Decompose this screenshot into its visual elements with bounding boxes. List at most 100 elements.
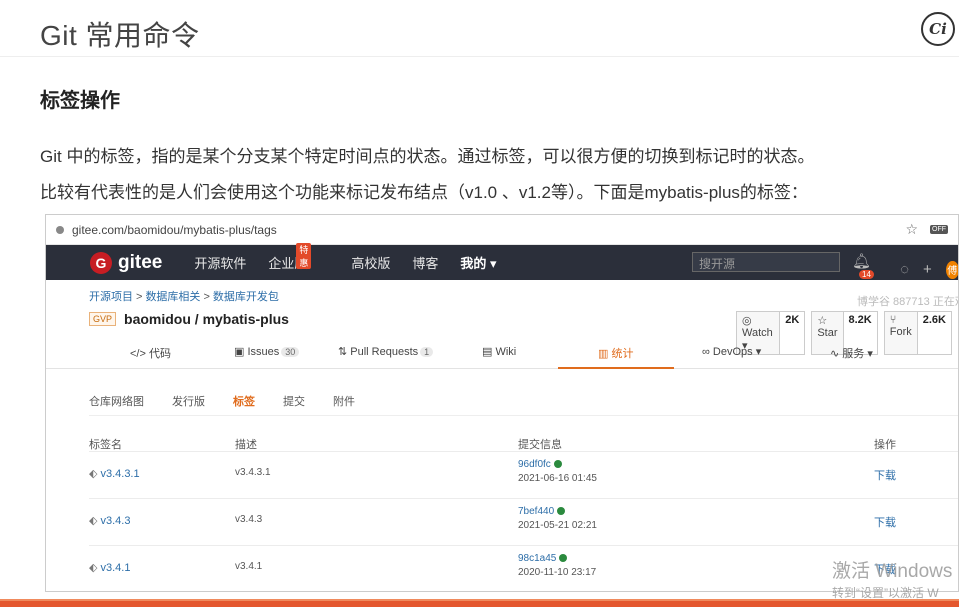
download-link[interactable]: 下载	[874, 467, 896, 483]
avatar[interactable]: 傅	[945, 260, 958, 279]
verified-icon	[559, 554, 568, 562]
menu-item-blog[interactable]: 博客	[412, 253, 438, 272]
gitee-logo[interactable]: G gitee	[90, 251, 163, 274]
tab-devops[interactable]: ∞ DevOps ▾	[702, 345, 761, 358]
breadcrumb: 开源项目 > 数据库相关 > 数据库开发包	[89, 291, 279, 303]
table-row: ⬖ v3.4.1 v3.4.1 98c1a45 2020-11-10 23:17 下…	[89, 545, 958, 591]
breadcrumb-item[interactable]: 数据库相关	[145, 291, 200, 303]
table-row: ⬖ v3.4.3 v3.4.3 7bef440 2021-05-21 02:21 下…	[89, 498, 958, 545]
subnav-network[interactable]: 仓库网络图	[89, 393, 144, 409]
gitee-navbar: G gitee 开源软件 企业版 特惠 高校版 博客 我的 ▾ 搜开源 🔔︎14 …	[46, 243, 958, 280]
nav-icons: 🔔︎14 ◌ + 傅	[852, 252, 958, 287]
repo-name[interactable]: baomidou / mybatis-plus	[124, 311, 289, 327]
slide-title: Git 常用命令	[40, 20, 200, 51]
tag-description: v3.4.3	[235, 514, 263, 525]
tab-devops-label: DevOps ▾	[712, 346, 762, 358]
wiki-icon: ▤	[482, 346, 496, 358]
tag-name: v3.4.1	[100, 562, 131, 574]
col-header-desc: 描述	[235, 439, 257, 451]
hot-badge: 特惠	[296, 243, 312, 269]
menu-item-mine[interactable]: 我的 ▾	[460, 253, 496, 272]
activation-watermark-title: 激活 Windows	[832, 561, 953, 582]
commit-hash[interactable]: 98c1a45	[518, 553, 556, 564]
paragraph-1: Git 中的标签，指的是某个分支某个特定时间点的状态。通过标签，可以很方便的切换…	[40, 147, 815, 166]
chart-icon: ▥	[598, 348, 612, 360]
commit-hash[interactable]: 7bef440	[518, 506, 554, 517]
paragraph-2: 比较有代表性的是人们会使用这个功能来标记发布结点（v1.0 、v1.2等）。下面…	[40, 183, 808, 202]
address-bar[interactable]: gitee.com/baomidou/mybatis-plus/tags ☆ O…	[46, 215, 958, 245]
table-row: ⬖ v3.4.3.1 v3.4.3.1 96df0fc 2021-06-16 01:…	[89, 451, 958, 498]
tag-icon: ⬖	[89, 515, 98, 527]
subnav-attachments[interactable]: 附件	[333, 393, 355, 409]
repo-tabs: </> 代码 ▣ Issues 30 ⇅ Pull Requests 1 ▤ Wik…	[46, 339, 958, 369]
menu-item-opensource[interactable]: 开源软件	[194, 253, 246, 272]
lightbulb-icon[interactable]: ◌	[900, 261, 909, 278]
breadcrumb-item[interactable]: 开源项目	[89, 291, 133, 303]
col-header-tag: 标签名	[89, 439, 122, 451]
commit-hash[interactable]: 96df0fc	[518, 459, 551, 470]
star-icon[interactable]: ☆	[905, 221, 918, 238]
tab-wiki[interactable]: ▤ Wiki	[482, 345, 516, 358]
tag-description: v3.4.3.1	[235, 467, 271, 478]
search-input[interactable]: 搜开源	[692, 252, 840, 272]
download-link[interactable]: 下载	[874, 514, 896, 530]
issues-count: 30	[281, 347, 300, 357]
commit-time: 2020-11-10 23:17	[518, 567, 597, 578]
tab-issues[interactable]: ▣ Issues 30	[234, 345, 300, 358]
tag-link[interactable]: ⬖ v3.4.3	[89, 514, 130, 527]
issues-icon: ▣	[234, 346, 248, 358]
bottom-accent-bar	[0, 599, 959, 607]
gitee-menu: 开源软件 企业版 特惠 高校版 博客 我的 ▾	[194, 243, 518, 272]
watermark-text: 博学谷 887713 正在观	[857, 296, 959, 308]
subnav-divider	[89, 415, 958, 416]
tab-prs-label: Pull Requests	[350, 346, 419, 358]
commit-time: 2021-05-21 02:21	[518, 520, 597, 531]
pulse-icon: ∿	[830, 348, 843, 360]
gvp-badge: GVP	[89, 312, 117, 326]
tab-stats[interactable]: ▥ 统计	[598, 345, 633, 361]
tab-stats-label: 统计	[611, 348, 634, 360]
menu-item-education[interactable]: 高校版	[351, 253, 390, 272]
commit-time: 2021-06-16 01:45	[518, 473, 597, 484]
tag-description: v3.4.1	[235, 561, 263, 572]
commit-info: 96df0fc 2021-06-16 01:45	[518, 459, 597, 484]
tag-link[interactable]: ⬖ v3.4.1	[89, 561, 130, 574]
verified-icon	[557, 507, 566, 515]
gitee-logo-icon: G	[90, 251, 112, 274]
col-header-commit: 提交信息	[518, 439, 562, 451]
bell-icon[interactable]: 🔔︎14	[852, 252, 886, 287]
repo-header: GVP baomidou / mybatis-plus	[89, 311, 289, 327]
tab-issues-label: Issues	[247, 346, 280, 358]
lock-icon	[56, 225, 64, 234]
section-title: 标签操作	[40, 90, 120, 112]
tag-name: v3.4.3.1	[100, 468, 140, 480]
tab-code[interactable]: </> 代码	[130, 345, 171, 361]
active-tab-indicator	[558, 367, 674, 369]
prs-count: 1	[420, 347, 434, 357]
pull-request-icon: ⇅	[338, 346, 351, 358]
breadcrumb-item[interactable]: 数据库开发包	[213, 291, 279, 303]
tab-wiki-label: Wiki	[495, 346, 517, 358]
verified-icon	[553, 460, 562, 468]
tag-link[interactable]: ⬖ v3.4.3.1	[89, 467, 140, 480]
notification-badge: 14	[859, 270, 874, 279]
tab-pull-requests[interactable]: ⇅ Pull Requests 1	[338, 345, 434, 358]
subnav-tags[interactable]: 标签	[233, 393, 255, 409]
extension-icon[interactable]: OFF	[930, 225, 948, 234]
url-text[interactable]: gitee.com/baomidou/mybatis-plus/tags	[72, 223, 905, 237]
gitee-logo-text: gitee	[118, 251, 163, 273]
tab-service-label: 服务 ▾	[842, 348, 873, 360]
commit-info: 98c1a45 2020-11-10 23:17	[518, 553, 596, 578]
infinity-icon: ∞	[702, 346, 713, 358]
col-header-action: 操作	[874, 439, 896, 451]
commit-info: 7bef440 2021-05-21 02:21	[518, 506, 597, 531]
plus-icon[interactable]: +	[923, 261, 932, 278]
tag-name: v3.4.3	[100, 515, 131, 527]
subnav: 仓库网络图 发行版 标签 提交 附件	[89, 393, 383, 409]
tab-service[interactable]: ∿ 服务 ▾	[830, 345, 873, 361]
menu-item-enterprise[interactable]: 企业版 特惠	[268, 243, 329, 272]
subnav-releases[interactable]: 发行版	[172, 393, 205, 409]
header-divider	[0, 56, 959, 57]
subnav-commits[interactable]: 提交	[283, 393, 305, 409]
browser-screenshot: gitee.com/baomidou/mybatis-plus/tags ☆ O…	[45, 214, 959, 592]
